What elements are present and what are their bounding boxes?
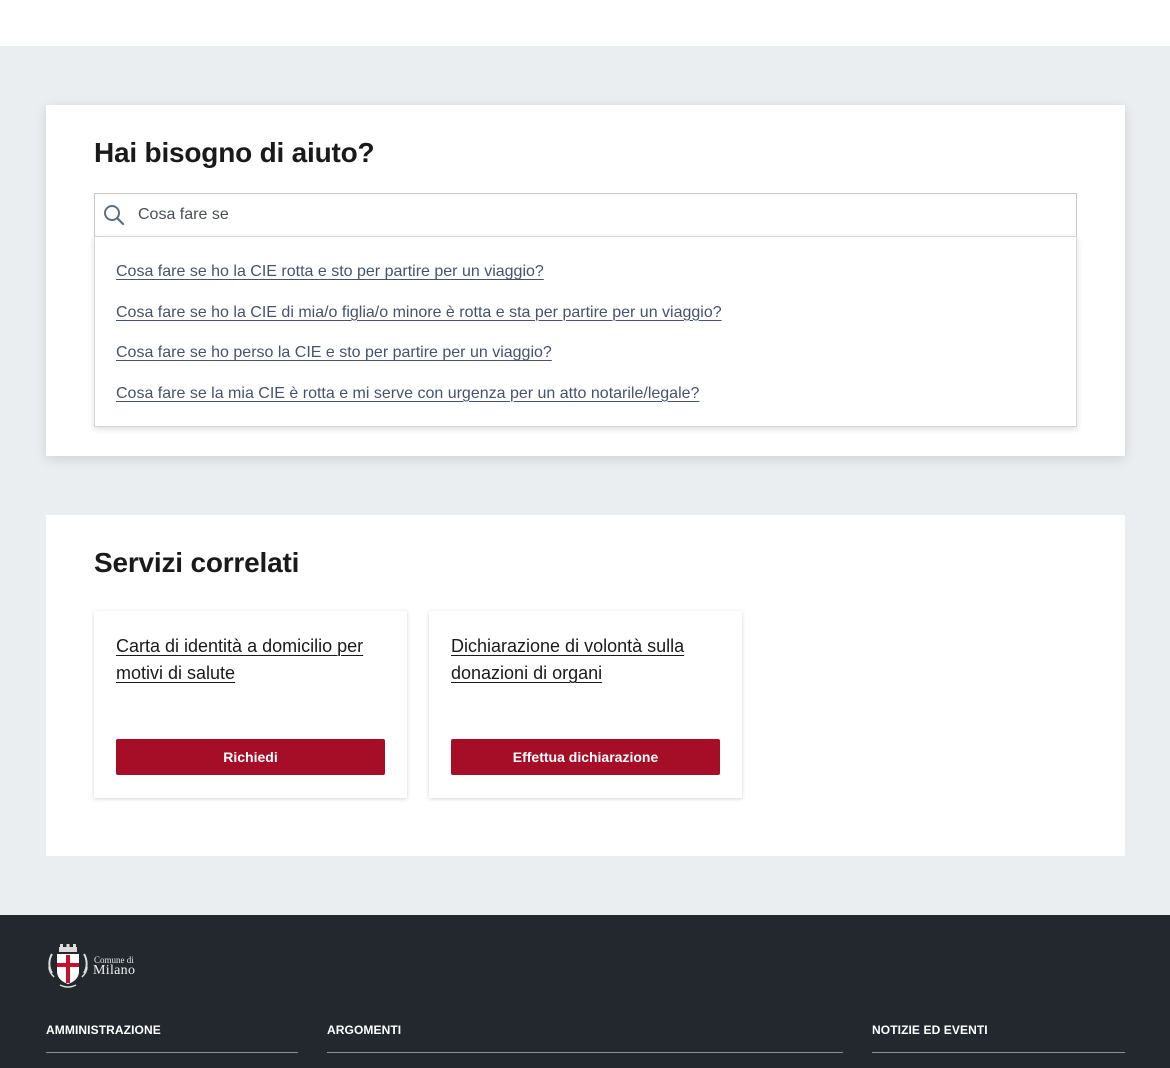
suggestion-link[interactable]: Cosa fare se ho la CIE rotta e sto per p…: [116, 263, 1076, 304]
logo-big-text: Milano: [93, 963, 136, 978]
service-card: Carta di identità a domicilio per motivi…: [94, 611, 407, 798]
help-title: Hai bisogno di aiuto?: [94, 137, 375, 168]
suggestion-link[interactable]: Cosa fare se ho perso la CIE e sto per p…: [116, 344, 1076, 385]
top-header-bar: [0, 0, 1170, 46]
milano-coat-of-arms-icon: [48, 944, 88, 988]
service-card-title-link[interactable]: Dichiarazione di volontà sulla donazioni…: [451, 633, 721, 687]
footer-column-heading: NOTIZIE ED EVENTI: [872, 1023, 988, 1037]
related-services-section: Servizi correlati Carta di identità a do…: [46, 515, 1125, 856]
site-footer: Comune di Milano AMMINISTRAZIONE ARGOMEN…: [0, 915, 1170, 1068]
service-card-title-link[interactable]: Carta di identità a domicilio per motivi…: [116, 633, 386, 687]
search-suggestions-list: Cosa fare se ho la CIE rotta e sto per p…: [94, 236, 1077, 427]
search-input-value: Cosa fare se: [138, 206, 229, 223]
footer-column-heading: ARGOMENTI: [327, 1023, 402, 1037]
suggestion-link[interactable]: Cosa fare se la mia CIE è rotta e mi ser…: [116, 385, 1076, 426]
comune-di-milano-logo[interactable]: Comune di Milano: [46, 943, 146, 989]
search-input[interactable]: Cosa fare se: [94, 193, 1077, 236]
footer-column-heading: AMMINISTRAZIONE: [46, 1023, 161, 1037]
footer-column-amministrazione: AMMINISTRAZIONE: [46, 1021, 298, 1053]
search-icon: [104, 205, 125, 226]
footer-column-notizie-ed-eventi: NOTIZIE ED EVENTI: [872, 1021, 1125, 1053]
make-declaration-button[interactable]: Effettua dichiarazione: [451, 739, 720, 775]
suggestion-link[interactable]: Cosa fare se ho la CIE di mia/o figlia/o…: [116, 304, 1076, 345]
footer-column-argomenti: ARGOMENTI: [327, 1021, 843, 1053]
help-section: Hai bisogno di aiuto? Cosa fare se Cosa …: [46, 105, 1125, 456]
related-services-title: Servizi correlati: [94, 547, 300, 578]
service-card: Dichiarazione di volontà sulla donazioni…: [429, 611, 742, 798]
request-button[interactable]: Richiedi: [116, 739, 385, 775]
